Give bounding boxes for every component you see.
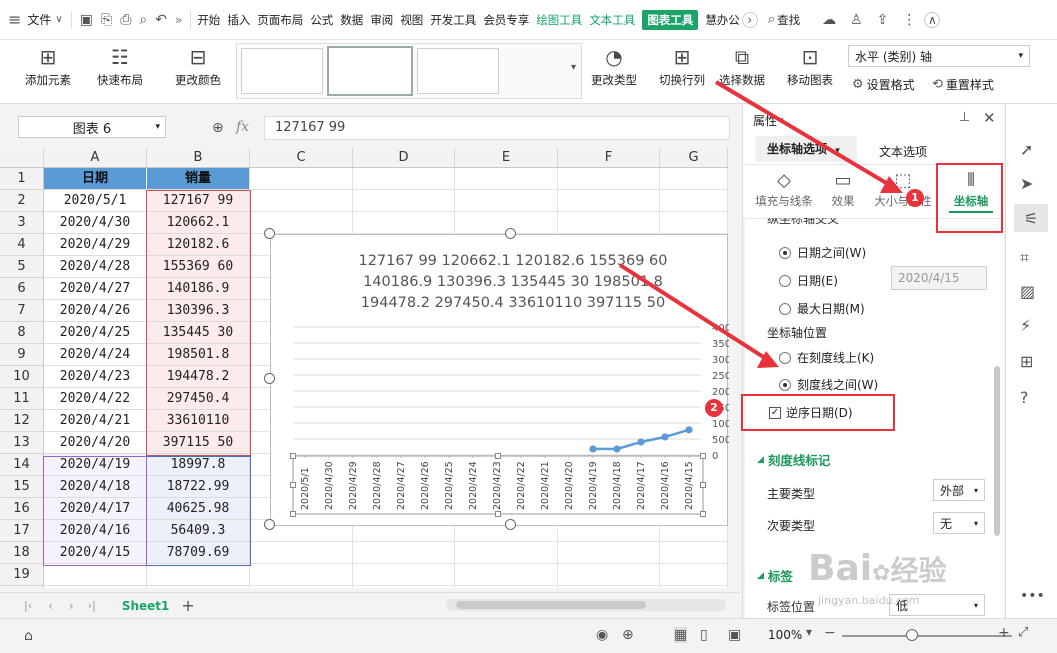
step-badge-1: 1 [906,189,924,207]
watermark-url: jingyan.baidu.com [818,594,920,607]
paw-icon: ✿ [872,561,891,586]
step-badge-2: 2 [705,399,723,417]
watermark-logo: Bai✿经验 [808,548,947,589]
watermark-brand: Bai [808,548,873,589]
spreadsheet-window: ≡ 文件 ∨ ▣ ⎘ ⎙ ⌕ ↶ » 开始 插入 页面布局 公式 数据 审阅 视… [0,0,1057,653]
watermark-brand2: 经验 [890,554,947,587]
